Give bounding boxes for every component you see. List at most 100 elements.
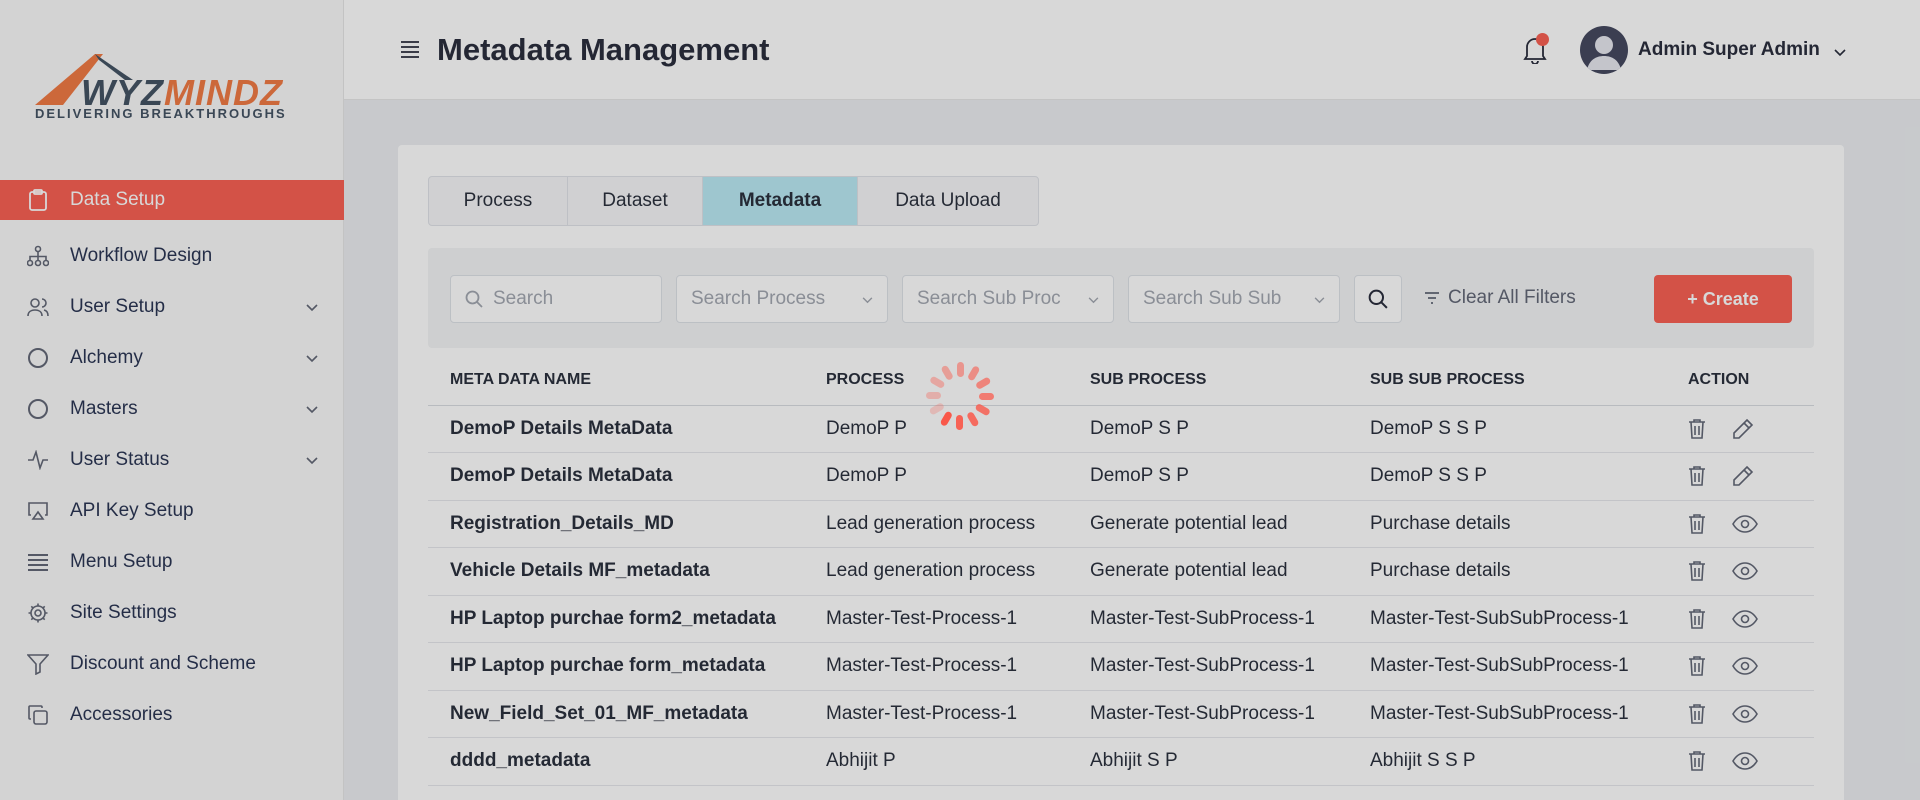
sidebar-item-label: Accessories (70, 703, 173, 725)
brand-logo[interactable]: WYZMINDZ DELIVERING BREAKTHROUGHS (33, 50, 313, 122)
search-button[interactable] (1354, 275, 1402, 323)
chevron-down-icon (862, 288, 873, 310)
activity-icon (26, 448, 50, 472)
sidebar-item-label: Masters (70, 397, 138, 419)
create-button[interactable]: + Create (1654, 275, 1792, 323)
view-button[interactable] (1732, 657, 1758, 676)
table-row[interactable]: DemoP Details MetaData DemoP P DemoP S P De… (428, 405, 1814, 453)
view-button[interactable] (1732, 562, 1758, 581)
trash-icon (1688, 560, 1706, 582)
eye-icon (1732, 514, 1758, 533)
table-row[interactable]: HP Laptop purchae form2_metadata Master-T… (428, 595, 1814, 643)
cell-actions (1666, 642, 1814, 691)
view-button[interactable] (1732, 609, 1758, 628)
clear-all-filters-button[interactable]: Clear All Filters (1424, 287, 1576, 309)
clear-all-filters-label: Clear All Filters (1448, 287, 1576, 308)
column-header-metadata-name[interactable]: META DATA NAME (428, 355, 804, 406)
sidebar: WYZMINDZ DELIVERING BREAKTHROUGHS Data S… (0, 0, 344, 800)
list-icon (26, 550, 50, 574)
tab-metadata[interactable]: Metadata (703, 177, 858, 225)
delete-button[interactable] (1688, 560, 1706, 582)
metadata-table: META DATA NAME PROCESS SUB PROCESS SUB S… (428, 355, 1814, 786)
process-filter-placeholder: Search Process (691, 288, 826, 309)
hamburger-menu-icon[interactable] (400, 40, 420, 63)
cell-metadata-name: dddd_metadata (428, 737, 804, 786)
sidebar-item-discount-and-scheme[interactable]: Discount and Scheme (0, 638, 344, 689)
notification-badge (1536, 33, 1549, 46)
delete-button[interactable] (1688, 750, 1706, 772)
airplay-icon (26, 499, 50, 523)
cell-metadata-name: DemoP Details MetaData (428, 405, 804, 453)
cell-process: Master-Test-Process-1 (804, 595, 1068, 643)
process-filter-select[interactable]: Search Process (676, 275, 888, 323)
sidebar-item-label: Discount and Scheme (70, 652, 256, 674)
chevron-down-icon (306, 296, 318, 318)
cell-actions (1666, 737, 1814, 786)
sidebar-item-data-setup[interactable]: Data Setup (0, 180, 344, 220)
delete-button[interactable] (1688, 655, 1706, 677)
delete-button[interactable] (1688, 513, 1706, 535)
sidebar-item-menu-setup[interactable]: Menu Setup (0, 536, 344, 587)
cell-sub-sub-process: Master-Test-SubSubProcess-1 (1348, 642, 1666, 691)
sidebar-item-user-setup[interactable]: User Setup (0, 281, 344, 332)
search-input[interactable]: Search (450, 275, 662, 323)
table-row[interactable]: Vehicle Details MF_metadata Lead generati… (428, 547, 1814, 596)
trash-icon (1688, 608, 1706, 630)
sidebar-item-label: Workflow Design (70, 244, 213, 266)
sidebar-item-label: User Status (70, 448, 170, 470)
sidebar-item-masters[interactable]: Masters (0, 383, 344, 434)
column-header-process[interactable]: PROCESS (804, 355, 1068, 406)
copy-icon (26, 703, 50, 727)
eye-icon (1732, 562, 1758, 581)
table-row[interactable]: Registration_Details_MD Lead generation p… (428, 500, 1814, 548)
sidebar-item-workflow-design[interactable]: Workflow Design (0, 230, 344, 281)
cell-process: DemoP P (804, 405, 1068, 453)
chevron-down-icon (306, 347, 318, 369)
delete-button[interactable] (1688, 608, 1706, 630)
table-row[interactable]: DemoP Details MetaData DemoP P DemoP S P De… (428, 452, 1814, 501)
sitemap-icon (26, 244, 50, 268)
circle-icon (26, 346, 50, 370)
column-header-sub-sub-process[interactable]: SUB SUB PROCESS (1348, 355, 1666, 406)
sidebar-item-label: Site Settings (70, 601, 177, 623)
chevron-down-icon[interactable] (1834, 44, 1846, 62)
tab-process[interactable]: Process (429, 177, 568, 225)
table-row[interactable]: HP Laptop purchae form_metadata Master-Te… (428, 642, 1814, 691)
trash-icon (1688, 703, 1706, 725)
sub-sub-process-filter-select[interactable]: Search Sub Sub (1128, 275, 1340, 323)
pencil-icon (1732, 418, 1754, 440)
brand-tagline: DELIVERING BREAKTHROUGHS (35, 106, 287, 121)
tab-dataset[interactable]: Dataset (568, 177, 703, 225)
sub-process-filter-select[interactable]: Search Sub Proc (902, 275, 1114, 323)
edit-button[interactable] (1732, 465, 1754, 487)
cell-sub-process: Generate potential lead (1068, 547, 1348, 596)
table-row[interactable]: dddd_metadata Abhijit P Abhijit S P Abhijit… (428, 737, 1814, 786)
cell-sub-sub-process: Master-Test-SubSubProcess-1 (1348, 595, 1666, 643)
users-icon (26, 295, 50, 319)
table-row[interactable]: New_Field_Set_01_MF_metadata Master-Test-… (428, 690, 1814, 738)
eye-icon (1732, 609, 1758, 628)
search-icon (465, 290, 483, 308)
trash-icon (1688, 750, 1706, 772)
sidebar-item-alchemy[interactable]: Alchemy (0, 332, 344, 383)
avatar[interactable] (1580, 26, 1628, 74)
column-header-sub-process[interactable]: SUB PROCESS (1068, 355, 1348, 406)
delete-button[interactable] (1688, 703, 1706, 725)
tab-data-upload[interactable]: Data Upload (858, 177, 1038, 225)
cell-process: Master-Test-Process-1 (804, 690, 1068, 738)
delete-button[interactable] (1688, 465, 1706, 487)
cell-metadata-name: DemoP Details MetaData (428, 452, 804, 501)
view-button[interactable] (1732, 704, 1758, 723)
sidebar-item-user-status[interactable]: User Status (0, 434, 344, 485)
sidebar-item-accessories[interactable]: Accessories (0, 689, 344, 740)
sub-process-filter-placeholder: Search Sub Proc (917, 288, 1061, 309)
sidebar-item-api-key-setup[interactable]: API Key Setup (0, 485, 344, 536)
delete-button[interactable] (1688, 418, 1706, 440)
metadata-card: Process Dataset Metadata Data Upload Sea… (398, 145, 1844, 800)
edit-button[interactable] (1732, 418, 1754, 440)
cell-sub-process: Master-Test-SubProcess-1 (1068, 690, 1348, 738)
view-button[interactable] (1732, 752, 1758, 771)
user-name[interactable]: Admin Super Admin (1638, 39, 1820, 61)
sidebar-item-site-settings[interactable]: Site Settings (0, 587, 344, 638)
view-button[interactable] (1732, 514, 1758, 533)
